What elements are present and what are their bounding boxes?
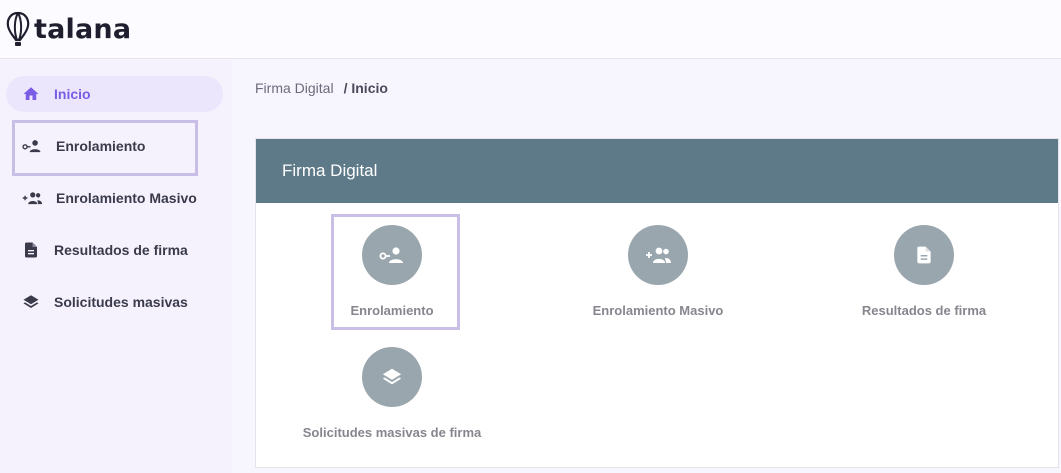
tile-resultados-de-firma[interactable]: Resultados de firma	[824, 225, 1024, 318]
firma-digital-card: Firma Digital Enrolamiento Enrolamiento …	[255, 138, 1059, 468]
sidebar-item-label: Solicitudes masivas	[54, 294, 188, 310]
top-bar: talana	[0, 0, 1061, 59]
layers-icon	[23, 295, 39, 308]
tile-circle[interactable]	[894, 225, 954, 285]
breadcrumb-parent[interactable]: Firma Digital	[255, 80, 334, 96]
key-person-icon	[22, 140, 41, 153]
tile-label: Solicitudes masivas de firma	[302, 425, 482, 440]
sidebar-item-label: Inicio	[54, 86, 91, 102]
layers-icon	[382, 368, 402, 385]
sidebar-item-enrolamiento[interactable]: Enrolamiento	[6, 120, 223, 176]
sidebar-item-inicio[interactable]: Inicio	[6, 76, 223, 112]
add-group-icon	[646, 247, 671, 263]
add-group-icon	[22, 192, 42, 205]
sidebar-item-label: Resultados de firma	[54, 242, 188, 258]
breadcrumb: Firma Digital / Inicio	[255, 80, 388, 96]
sidebar: Inicio Enrolamiento Enrolamiento Masivo …	[0, 60, 232, 473]
tile-label: Resultados de firma	[861, 303, 987, 318]
tile-circle[interactable]	[628, 225, 688, 285]
sidebar-item-resultados[interactable]: Resultados de firma	[6, 232, 223, 268]
key-person-icon	[379, 247, 403, 263]
home-icon	[23, 87, 39, 100]
tile-enrolamiento[interactable]: Enrolamiento	[292, 214, 492, 330]
sidebar-item-enrolamiento-masivo[interactable]: Enrolamiento Masivo	[6, 180, 223, 216]
tile-circle[interactable]	[362, 347, 422, 407]
document-icon	[25, 242, 37, 258]
sidebar-item-label: Enrolamiento Masivo	[56, 190, 197, 206]
tile-solicitudes-masivas[interactable]: Solicitudes masivas de firma	[292, 347, 492, 440]
tile-enrolamiento-masivo[interactable]: Enrolamiento Masivo	[558, 225, 758, 318]
logo[interactable]: talana	[4, 10, 131, 48]
balloon-icon	[6, 11, 30, 46]
card-header: Firma Digital	[256, 139, 1058, 203]
tile-circle[interactable]	[362, 225, 422, 285]
tile-label: Enrolamiento	[350, 303, 434, 318]
brand-name: talana	[34, 13, 132, 45]
breadcrumb-current: / Inicio	[343, 80, 388, 96]
tile-label: Enrolamiento Masivo	[592, 303, 724, 318]
card-title: Firma Digital	[282, 161, 378, 180]
document-icon	[917, 246, 931, 264]
sidebar-item-solicitudes[interactable]: Solicitudes masivas	[6, 284, 223, 320]
sidebar-item-label: Enrolamiento	[56, 138, 146, 154]
